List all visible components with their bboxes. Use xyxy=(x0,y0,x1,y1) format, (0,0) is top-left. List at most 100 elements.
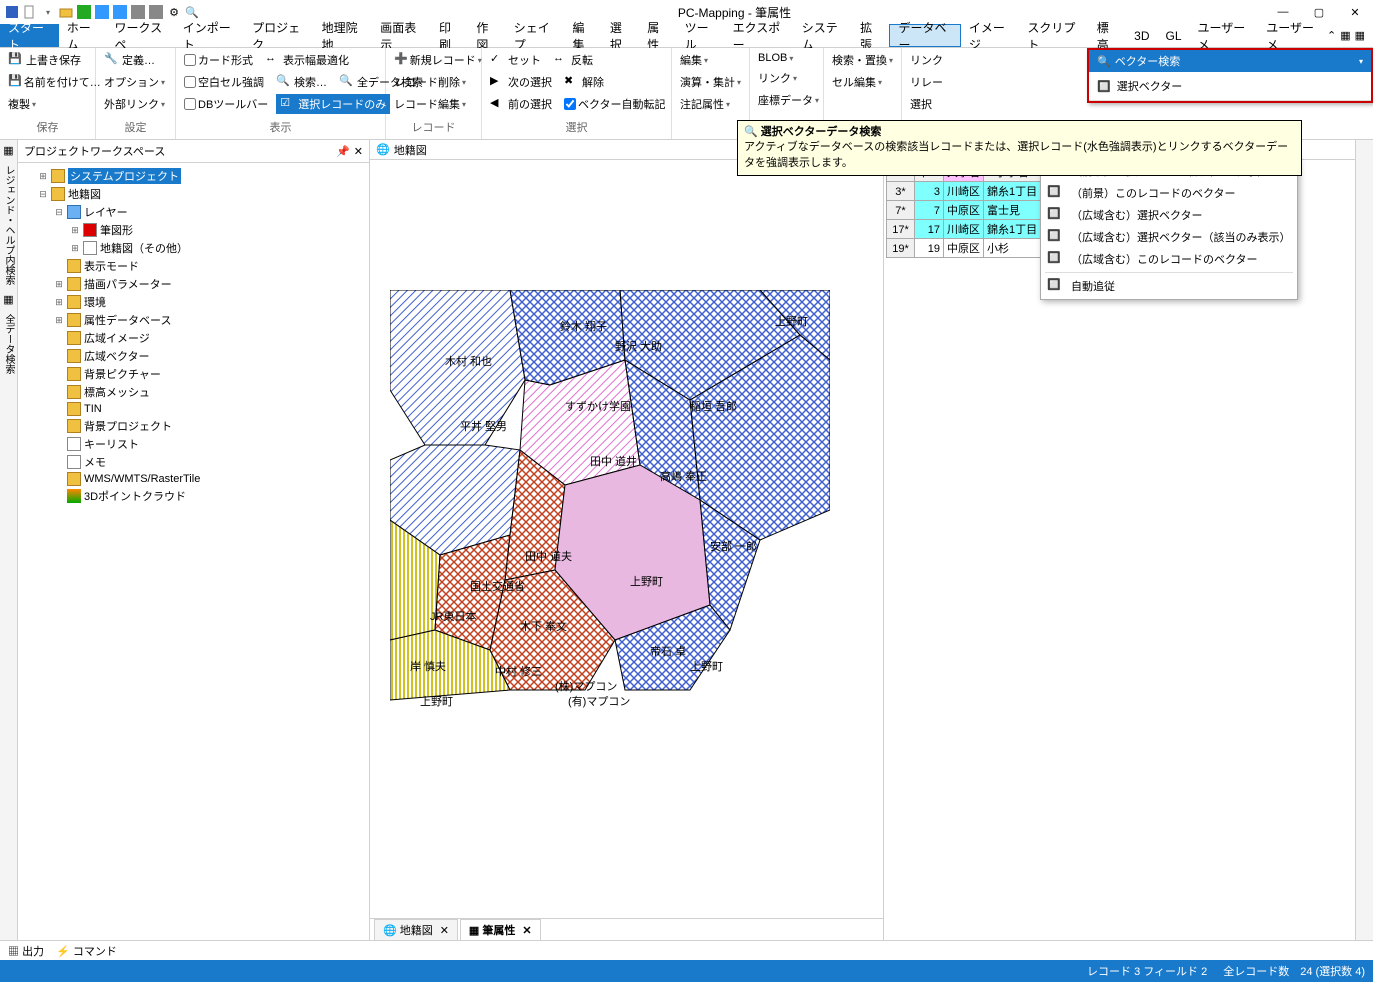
ribbon-tab-13[interactable]: ツール xyxy=(677,24,725,47)
prevsel-button[interactable]: ◀前の選択 xyxy=(486,94,556,114)
ribbon-tab-9[interactable]: シェイプ xyxy=(506,24,565,47)
ribbon-tab-23[interactable]: ユーザーメ xyxy=(1190,24,1259,47)
vector-submenu: 🔲（前景）選択ベクター（該当のみ表示）🔲（前景）このレコードのベクター🔲（広域含… xyxy=(1040,157,1298,300)
searchdlg-button[interactable]: 🔍検索… xyxy=(272,72,331,92)
note-menu[interactable]: 注記属性▾ xyxy=(676,94,745,114)
optwidth-button[interactable]: ↔表示幅最適化 xyxy=(261,50,353,70)
selonly-button[interactable]: ☑選択レコードのみ xyxy=(276,94,390,114)
ribbon-tab-22[interactable]: GL xyxy=(1158,24,1190,47)
searchreplace-menu[interactable]: 検索・置換▾ xyxy=(828,50,897,70)
rail-icon2[interactable]: ▦ xyxy=(3,293,13,306)
status-bar: レコード 3 フィールド 2 全レコード数 24 (選択数 4) xyxy=(0,960,1373,982)
newrec-button[interactable]: ➕新規レコード▾ xyxy=(390,50,477,70)
menu-item-icon: 🔲 xyxy=(1047,251,1063,267)
ribbon-extra1[interactable]: ▦ xyxy=(1340,29,1350,42)
ribbon-tab-20[interactable]: 標高 xyxy=(1089,24,1126,47)
nextsel-button[interactable]: ▶次の選択 xyxy=(486,72,556,92)
ribbon-extra2[interactable]: ▦ xyxy=(1355,29,1365,42)
alldata-tab[interactable]: 全データ検索 xyxy=(1,310,16,378)
ribbon-tab-10[interactable]: 編集 xyxy=(564,24,601,47)
ribbon-tab-8[interactable]: 作図 xyxy=(468,24,505,47)
ribbon-tab-14[interactable]: エクスポー xyxy=(725,24,794,47)
vector-menu-item-1[interactable]: 🔲（前景）このレコードのベクター xyxy=(1041,182,1297,204)
ribbon-tab-24[interactable]: ユーザーメ xyxy=(1258,24,1327,47)
map-view[interactable]: 木村 和也 鈴木 翔子 野沢 大助 上野町 すずかけ学園 稲垣 吾郎 平井 堅男… xyxy=(370,160,883,918)
ribbon-tab-19[interactable]: スクリプト xyxy=(1019,24,1088,47)
editrec-button[interactable]: レコード編集▾ xyxy=(390,94,477,114)
overwrite-save-button[interactable]: 💾上書き保存 xyxy=(4,50,91,70)
svg-text:田中 道井: 田中 道井 xyxy=(590,454,637,468)
link-menu[interactable]: リンク▾ xyxy=(754,68,819,88)
tab-data[interactable]: ▦筆属性✕ xyxy=(460,919,541,940)
status-record: レコード 3 フィールド 2 xyxy=(1087,963,1207,979)
copy-button[interactable]: 複製▾ xyxy=(4,94,91,114)
ribbon-tab-3[interactable]: インポート xyxy=(175,24,244,47)
pin-icon[interactable]: 📌 xyxy=(336,145,350,158)
ribbon-collapse-icon[interactable]: ⌃ xyxy=(1327,29,1336,42)
coord-menu[interactable]: 座標データ▾ xyxy=(754,90,819,110)
project-tree[interactable]: ⊞システムプロジェクト ⊟地籍図 ⊟レイヤー ⊞筆図形 ⊞地籍図（その他） 表示… xyxy=(18,163,369,940)
vector-menu-item-3[interactable]: 🔲（広域含む）選択ベクター（該当のみ表示） xyxy=(1041,226,1297,248)
ribbon-tab-6[interactable]: 画面表示 xyxy=(372,24,431,47)
ribbon-tab-2[interactable]: ワークスペ xyxy=(106,24,174,47)
card-checkbox[interactable]: カード形式 xyxy=(180,50,257,70)
option-button[interactable]: オプション▾ xyxy=(100,72,171,92)
blob-menu[interactable]: BLOB▾ xyxy=(754,50,819,66)
autoinv-checkbox[interactable]: ベクター自動転記 xyxy=(560,94,670,114)
menu-item-icon: 🔲 xyxy=(1047,229,1063,245)
rel-menu[interactable]: リレー xyxy=(906,72,948,92)
ribbon-tab-15[interactable]: システム xyxy=(794,24,852,47)
status-total: 全レコード数 24 (選択数 4) xyxy=(1223,963,1365,979)
dropdown-active-item[interactable]: 🔲 選択ベクター xyxy=(1089,72,1371,101)
clear-button[interactable]: ✖解除 xyxy=(560,72,608,92)
extlink-button[interactable]: 外部リンク▾ xyxy=(100,94,171,114)
legend-tab[interactable]: レジェンド・ヘルプ内検索 xyxy=(1,161,16,289)
ribbon-tab-12[interactable]: 属性 xyxy=(639,24,676,47)
definition-button[interactable]: 🔧定義… xyxy=(100,50,171,70)
ribbon-tab-1[interactable]: ホーム xyxy=(59,24,107,47)
ribbon-tab-16[interactable]: 拡張 xyxy=(852,24,889,47)
ribbon-tab-21[interactable]: 3D xyxy=(1126,24,1157,47)
command-tab[interactable]: ⚡ コマンド xyxy=(56,943,117,959)
svg-text:木村 和也: 木村 和也 xyxy=(445,354,492,368)
output-tab[interactable]: ▦ 出力 xyxy=(8,943,44,959)
ribbon-tab-18[interactable]: イメージ xyxy=(961,24,1020,47)
workspace-panel: プロジェクトワークスペース 📌 ✕ ⊞システムプロジェクト ⊟地籍図 ⊟レイヤー… xyxy=(18,140,370,940)
vector-menu-item-4[interactable]: 🔲（広域含む）このレコードのベクター xyxy=(1041,248,1297,270)
close-panel-icon[interactable]: ✕ xyxy=(354,145,363,158)
emptycell-checkbox[interactable]: 空白セル強調 xyxy=(180,72,268,92)
close-button[interactable]: ✕ xyxy=(1341,2,1369,22)
map-canvas[interactable]: 木村 和也 鈴木 翔子 野沢 大助 上野町 すずかけ学園 稲垣 吾郎 平井 堅男… xyxy=(390,290,830,730)
ribbon-tab-5[interactable]: 地理院地 xyxy=(314,24,373,47)
dbtoolbar-checkbox[interactable]: DBツールバー xyxy=(180,94,272,114)
svg-text:上野町: 上野町 xyxy=(690,660,723,673)
svg-text:すずかけ学園: すずかけ学園 xyxy=(565,399,631,413)
ribbon-tab-0[interactable]: スタート xyxy=(0,24,59,47)
ribbon-tab-7[interactable]: 印刷 xyxy=(431,24,468,47)
link2-menu[interactable]: リンク xyxy=(906,50,948,70)
vector-menu-item-5[interactable]: 🔲自動追従 xyxy=(1041,275,1297,297)
workspace-title: プロジェクトワークスペース xyxy=(24,143,336,159)
save-as-button[interactable]: 💾名前を付けて… xyxy=(4,72,91,92)
ribbon-tab-17[interactable]: データベー xyxy=(889,24,960,47)
edit-menu[interactable]: 編集▾ xyxy=(676,50,745,70)
celledit-menu[interactable]: セル編集▾ xyxy=(828,72,897,92)
calc-menu[interactable]: 演算・集計▾ xyxy=(676,72,745,92)
vector-menu-item-2[interactable]: 🔲（広域含む）選択ベクター xyxy=(1041,204,1297,226)
svg-text:上野町: 上野町 xyxy=(630,575,663,588)
sel2-menu[interactable]: 選択 xyxy=(906,94,948,114)
svg-text:平井 堅男: 平井 堅男 xyxy=(460,419,507,433)
reverse-button[interactable]: ↔反転 xyxy=(549,50,597,70)
delrec-button[interactable]: レコード削除▾ xyxy=(390,72,477,92)
gear-icon[interactable]: ⚙ xyxy=(166,4,182,20)
dropdown-header[interactable]: 🔍 ベクター検索 ▾ xyxy=(1089,50,1371,72)
set-button[interactable]: ✓セット xyxy=(486,50,545,70)
rail-icon[interactable]: ▦ xyxy=(3,144,13,157)
tab-map[interactable]: 🌐地籍図✕ xyxy=(374,919,458,940)
ribbon-tab-11[interactable]: 選択 xyxy=(602,24,639,47)
group-display-label: 表示 xyxy=(180,117,381,137)
group-save-label: 保存 xyxy=(4,117,91,137)
ribbon-tab-4[interactable]: プロジェク xyxy=(244,24,313,47)
vector-search-icon: 🔍 xyxy=(1097,55,1111,68)
svg-text:稲垣 吾郎: 稲垣 吾郎 xyxy=(690,399,737,413)
